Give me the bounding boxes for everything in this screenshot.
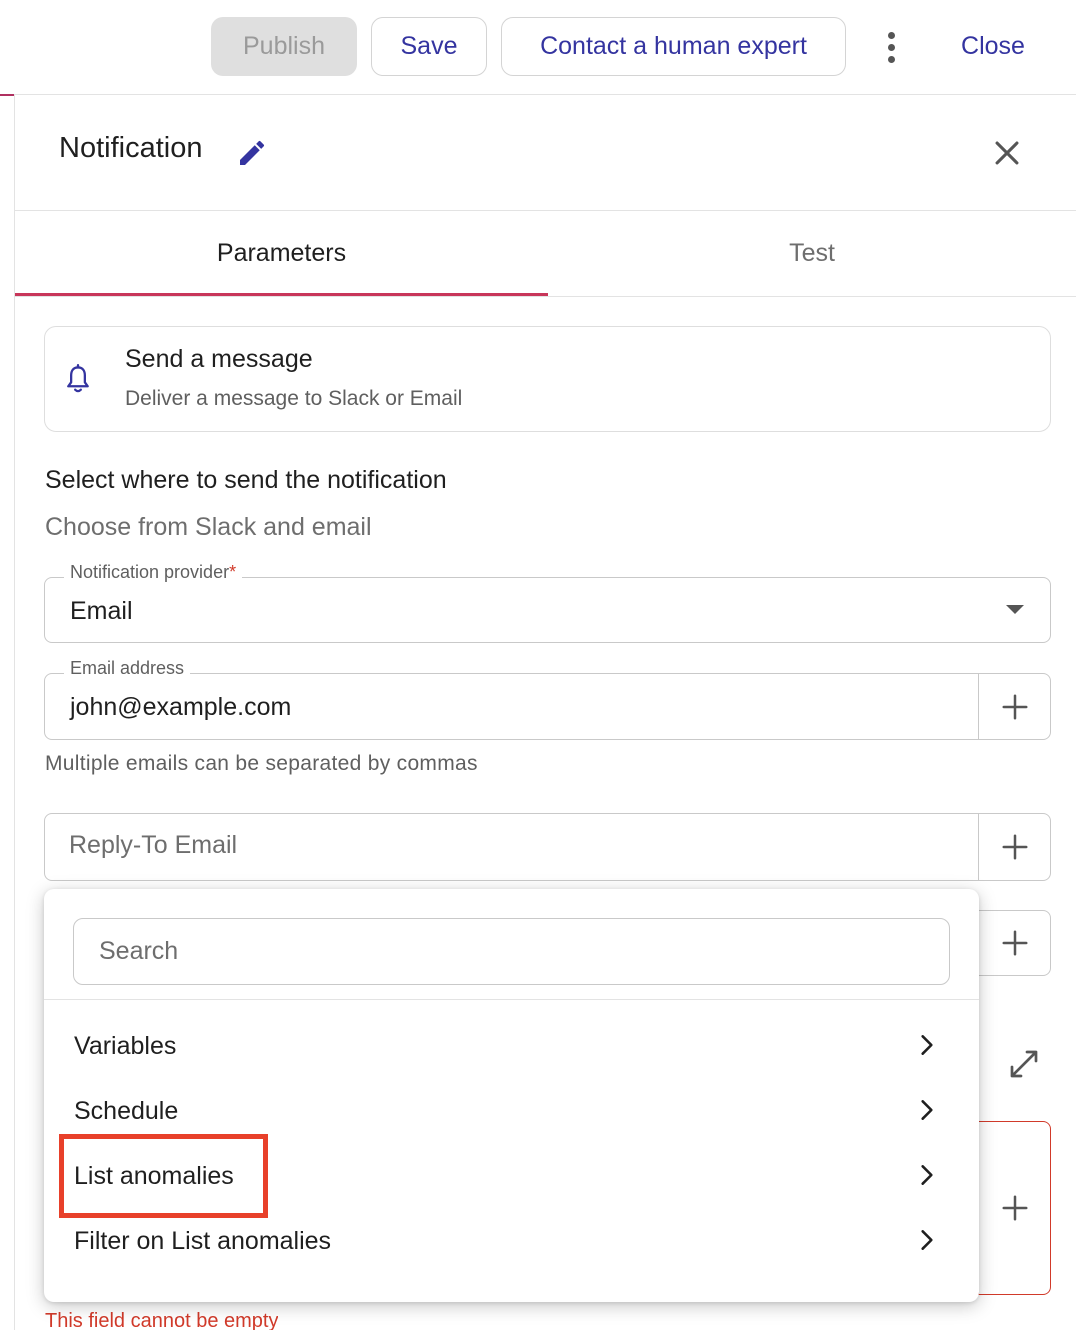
search-placeholder: Search — [99, 937, 179, 965]
dropdown-arrow-icon[interactable] — [1006, 605, 1024, 614]
plus-icon — [1002, 1195, 1027, 1221]
add-reply-to-variable-button[interactable] — [978, 813, 1051, 881]
more-options-icon[interactable] — [874, 28, 908, 66]
field-error-text: This field cannot be empty — [45, 1310, 279, 1330]
section-title: Select where to send the notification — [45, 466, 447, 494]
tab-parameters[interactable]: Parameters — [15, 211, 548, 296]
section-subtitle: Choose from Slack and email — [45, 513, 372, 541]
add-email-variable-button[interactable] — [978, 673, 1051, 740]
close-panel-icon[interactable] — [990, 136, 1024, 170]
left-accent-line — [0, 94, 14, 96]
contact-expert-button[interactable]: Contact a human expert — [501, 17, 846, 76]
chevron-right-icon — [921, 1230, 933, 1250]
expand-icon[interactable] — [1006, 1046, 1042, 1082]
save-button[interactable]: Save — [371, 17, 487, 76]
bell-icon — [64, 364, 92, 396]
chevron-right-icon — [921, 1035, 933, 1055]
close-button[interactable]: Close — [945, 17, 1041, 76]
provider-label: Notification provider* — [64, 562, 243, 583]
popup-divider — [44, 999, 979, 1000]
pencil-icon[interactable] — [236, 137, 268, 169]
chevron-right-icon — [921, 1165, 933, 1185]
menu-item-variables[interactable]: Variables — [44, 1014, 979, 1079]
chevron-right-icon — [921, 1100, 933, 1120]
panel-title: Notification — [59, 132, 203, 164]
plus-icon — [1002, 930, 1027, 956]
toolbar-divider — [0, 94, 1076, 95]
add-body-variable-button[interactable] — [978, 1121, 1051, 1295]
active-tab-indicator — [15, 293, 548, 296]
provider-value: Email — [70, 597, 133, 625]
email-label: Email address — [64, 658, 191, 679]
tab-test[interactable]: Test — [548, 211, 1076, 296]
email-address-field[interactable]: Email address john@example.com — [44, 658, 979, 740]
menu-item-label: Variables — [74, 1032, 177, 1060]
email-value: john@example.com — [70, 693, 292, 721]
menu-item-label: Schedule — [74, 1097, 179, 1125]
publish-button[interactable]: Publish — [211, 17, 357, 76]
action-title: Send a message — [125, 345, 313, 373]
action-subtitle: Deliver a message to Slack or Email — [125, 387, 463, 410]
action-card[interactable] — [44, 326, 1051, 432]
email-helper-text: Multiple emails can be separated by comm… — [45, 752, 478, 775]
reply-to-placeholder: Reply-To Email — [69, 831, 238, 859]
highlight-annotation — [59, 1134, 268, 1218]
plus-icon — [1002, 694, 1027, 719]
menu-item-label: Filter on List anomalies — [74, 1227, 332, 1255]
add-subject-variable-button[interactable] — [978, 910, 1051, 976]
notification-provider-select[interactable]: Notification provider* Email — [44, 562, 1051, 643]
plus-icon — [1002, 834, 1027, 860]
tabs-divider — [15, 296, 1076, 297]
search-input[interactable] — [73, 918, 950, 985]
menu-item-filter-list-anomalies[interactable]: Filter on List anomalies — [44, 1209, 979, 1274]
